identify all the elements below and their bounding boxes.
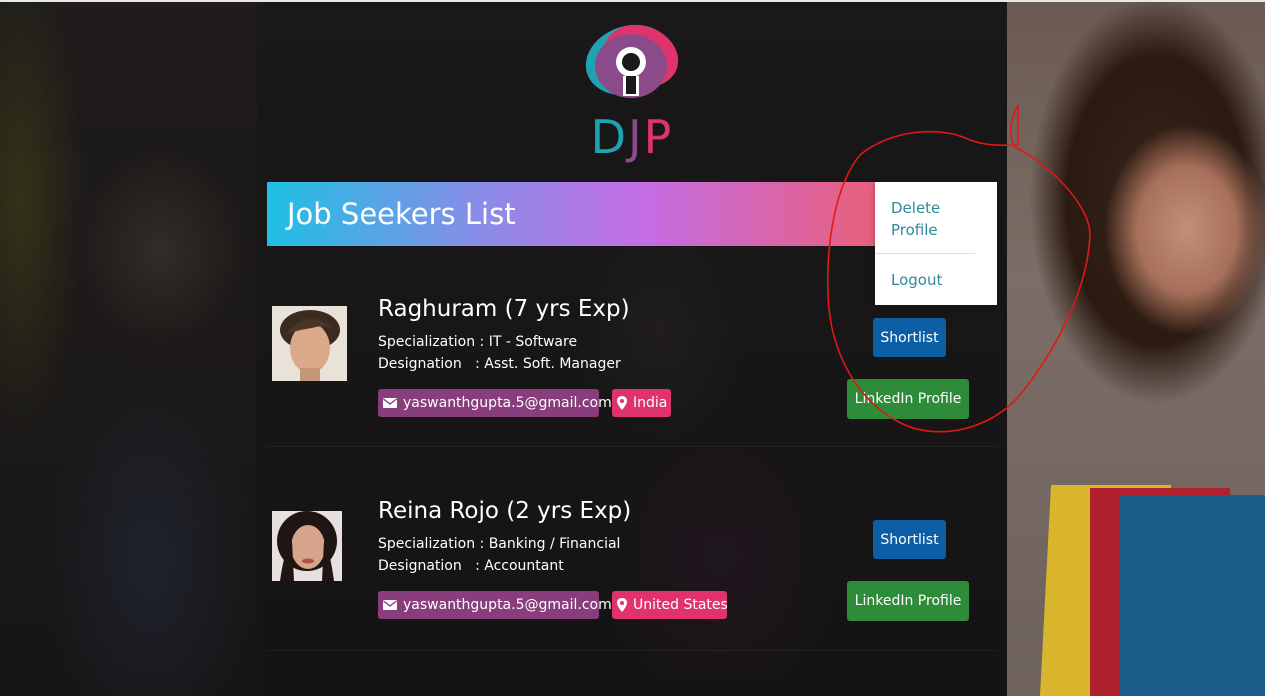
divider: [267, 446, 997, 447]
email-text: yaswanthgupta.5@gmail.com: [403, 597, 612, 613]
logo-mark-icon: [585, 24, 679, 98]
avatar: [272, 306, 347, 381]
shortlist-button[interactable]: Shortlist: [873, 520, 946, 559]
top-border: [0, 0, 1265, 2]
page-header-banner: Job Seekers List: [267, 182, 875, 246]
location-chip: United States: [612, 591, 728, 619]
divider: [267, 650, 997, 651]
job-seeker-card: Raghuram (7 yrs Exp) Specialization : IT…: [267, 256, 997, 446]
avatar: [272, 511, 342, 581]
specialization-label: Specialization :: [378, 334, 485, 350]
page-title: Job Seekers List: [287, 197, 516, 231]
email-chip[interactable]: yaswanthgupta.5@gmail.com: [378, 591, 612, 619]
seeker-name: Raghuram (7 yrs Exp): [378, 296, 630, 322]
specialization-value: IT - Software: [488, 334, 578, 350]
linkedin-profile-button[interactable]: LinkedIn Profile: [847, 379, 969, 419]
background-folder-blue: [1120, 495, 1265, 696]
designation-value: Accountant: [484, 558, 564, 574]
seeker-designation: Designation : Accountant: [378, 555, 564, 577]
designation-value: Asst. Soft. Manager: [484, 356, 621, 372]
seeker-specialization: Specialization : IT - Software: [378, 331, 577, 353]
seeker-name: Reina Rojo (2 yrs Exp): [378, 498, 632, 524]
location-chip: India: [612, 389, 671, 417]
specialization-value: Banking / Financial: [488, 536, 621, 552]
delete-profile-menu-item[interactable]: Delete Profile: [875, 182, 975, 254]
designation-label: Designation :: [378, 558, 480, 574]
location-text: United States: [633, 597, 728, 613]
shortlist-button[interactable]: Shortlist: [873, 318, 946, 357]
mail-icon: [382, 597, 398, 613]
designation-label: Designation :: [378, 356, 480, 372]
mail-icon: [382, 395, 398, 411]
seeker-designation: Designation : Asst. Soft. Manager: [378, 353, 621, 375]
map-pin-icon: [616, 395, 628, 411]
job-seeker-card: Reina Rojo (2 yrs Exp) Specialization : …: [267, 458, 997, 648]
map-pin-icon: [616, 597, 628, 613]
linkedin-profile-button[interactable]: LinkedIn Profile: [847, 581, 969, 621]
logo-text: DJP: [590, 110, 674, 164]
location-text: India: [633, 395, 668, 411]
email-chip[interactable]: yaswanthgupta.5@gmail.com: [378, 389, 612, 417]
djp-logo[interactable]: DJP: [581, 18, 683, 164]
seeker-specialization: Specialization : Banking / Financial: [378, 533, 620, 555]
email-text: yaswanthgupta.5@gmail.com: [403, 395, 612, 411]
specialization-label: Specialization :: [378, 536, 485, 552]
